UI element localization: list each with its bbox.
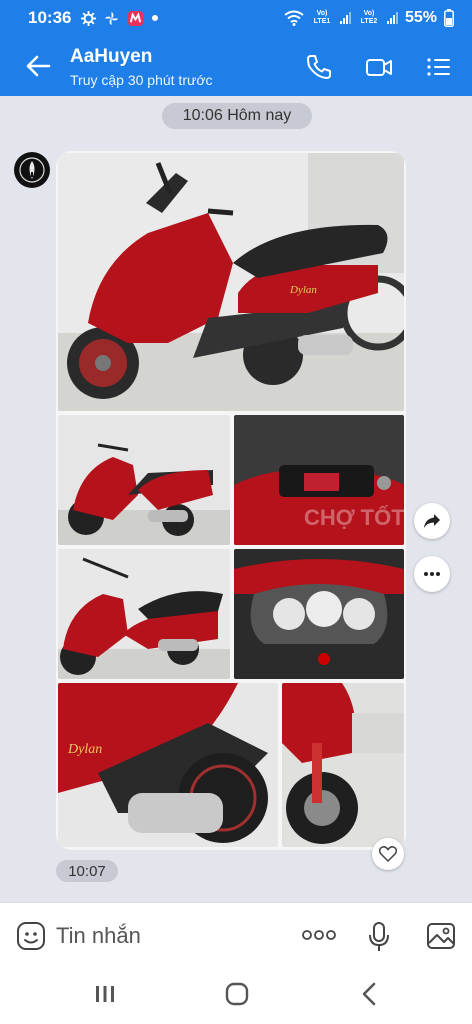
contact-name[interactable]: AaHuyen [70,46,152,68]
status-bar: 10:36 Vo) LTE1 Vo) LTE2 55% [0,0,472,36]
message-composer [0,902,472,968]
svg-text:Dylan: Dylan [67,742,102,757]
scooter-photo-4[interactable] [58,549,230,679]
gear-icon [81,10,97,26]
scooter-photo-5[interactable] [234,549,404,679]
sticker-emoji-icon[interactable] [16,921,46,951]
more-dots-icon [424,572,440,576]
microphone-icon[interactable] [368,921,390,953]
dot-icon [152,15,159,21]
wifi-icon [284,10,304,26]
react-heart-button[interactable] [372,838,404,870]
recent-apps-icon[interactable] [94,984,116,1004]
sim2-label: Vo) LTE2 [360,10,378,25]
scooter-photo-6[interactable]: Dylan [58,683,278,847]
svg-text:Dylan: Dylan [289,284,317,296]
top-bar: 10:36 Vo) LTE1 Vo) LTE2 55% AaHuyen Truy… [0,0,472,96]
video-call-icon[interactable] [364,52,394,82]
chat-header: AaHuyen Truy cập 30 phút trước [0,36,472,96]
battery-icon [444,9,454,27]
message-time: 10:07 [56,860,118,882]
app-notification-icon [128,10,144,26]
sim1-label: Vo) LTE1 [313,10,331,25]
options-list-icon[interactable] [424,52,454,82]
watermark-text: CHỢ TỐT [304,504,404,530]
system-nav-bar [0,968,472,1024]
share-arrow-icon [424,514,440,528]
scooter-photo-2[interactable] [58,415,230,545]
image-gallery-icon[interactable] [426,921,456,951]
avatar[interactable] [14,152,50,188]
scooter-photo-3[interactable]: CHỢ TỐT [234,415,404,545]
back-arrow-icon[interactable] [22,50,54,82]
signal-icon [386,12,398,24]
pinwheel-icon [105,11,119,25]
scooter-photo-7[interactable] [282,683,404,847]
battery-percent: 55% [404,9,437,26]
last-seen-status: Truy cập 30 phút trước [70,72,213,88]
signal-icon [339,12,351,24]
image-message-bubble: Dylan CHỢ TỐT Dylan [56,151,406,850]
forward-button[interactable] [414,503,450,539]
back-nav-icon[interactable] [360,982,378,1006]
avatar-logo-icon [19,157,45,183]
more-horizontal-icon[interactable] [302,929,336,941]
phone-call-icon[interactable] [304,52,334,82]
message-input[interactable] [56,919,276,953]
heart-icon [379,846,397,862]
home-icon[interactable] [225,982,249,1006]
date-divider: 10:06 Hôm nay [162,103,312,129]
status-time: 10:36 [28,8,72,27]
scooter-photo-1[interactable]: Dylan [58,153,404,411]
more-options-button[interactable] [414,556,450,592]
